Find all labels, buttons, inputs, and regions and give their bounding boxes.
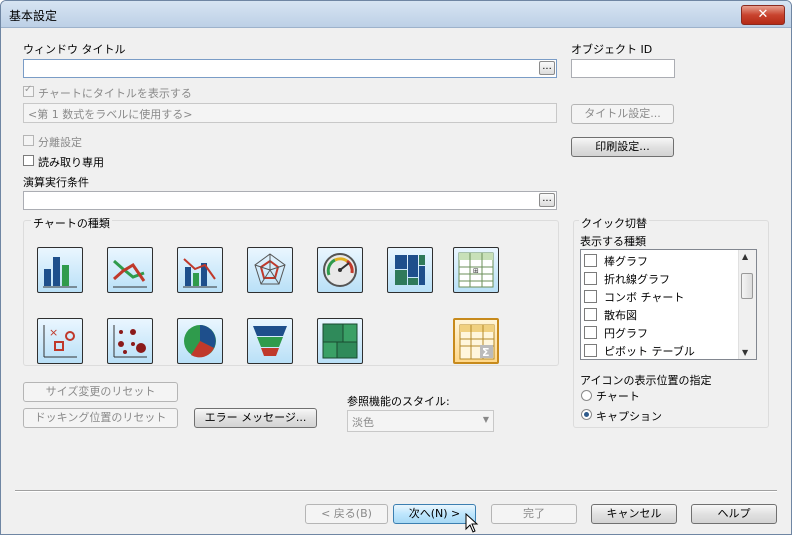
read-only-label: 読み取り専用: [38, 156, 104, 169]
help-button[interactable]: ヘルプ: [691, 504, 777, 524]
reference-style-label: 参照機能のスタイル:: [347, 395, 450, 408]
combo-type-checkbox[interactable]: [584, 290, 597, 303]
window-title-expression-button[interactable]: ...: [539, 61, 555, 75]
next-button[interactable]: 次へ(N) >: [393, 504, 476, 524]
object-id-label: オブジェクト ID: [571, 43, 653, 56]
mekko-chart-icon[interactable]: [387, 247, 433, 293]
position-caption-label: キャプション: [596, 410, 662, 423]
reset-docking-button[interactable]: ドッキング位置のリセット: [23, 408, 178, 428]
dialog-title: 基本設定: [9, 9, 58, 23]
radio-selected-dot: [584, 412, 589, 417]
window-title-input[interactable]: [23, 59, 557, 78]
scroll-thumb[interactable]: [741, 273, 753, 299]
window-title-label: ウィンドウ タイトル: [23, 43, 126, 56]
scatter-type-checkbox[interactable]: [584, 308, 597, 321]
scatter-chart-icon[interactable]: ×: [37, 318, 83, 364]
bar-chart-icon[interactable]: [37, 247, 83, 293]
title-expression-input[interactable]: <第 1 数式をラベルに使用する>: [23, 103, 557, 123]
straight-table-icon[interactable]: Σ: [453, 318, 499, 364]
combo-chart-icon[interactable]: [177, 247, 223, 293]
calc-condition-expression-button[interactable]: ...: [539, 193, 555, 207]
object-id-input[interactable]: [571, 59, 675, 78]
position-caption-radio[interactable]: [581, 409, 592, 420]
reset-size-button[interactable]: サイズ変更のリセット: [23, 382, 178, 402]
chevron-down-icon: ▼: [482, 415, 489, 424]
title-bar[interactable]: 基本設定 ✕: [1, 1, 791, 28]
types-to-show-list[interactable]: 棒グラフ 折れ線グラフ コンボ チャート 散布図 円グラフ ピボット テーブル …: [580, 249, 757, 360]
detached-checkbox[interactable]: [23, 135, 34, 146]
list-scrollbar[interactable]: ▲ ▼: [738, 250, 756, 359]
read-only-checkbox[interactable]: [23, 155, 34, 166]
bar-type-checkbox[interactable]: [584, 254, 597, 267]
position-chart-radio[interactable]: [581, 390, 592, 401]
print-settings-button[interactable]: 印刷設定...: [571, 137, 674, 157]
close-button[interactable]: ✕: [741, 5, 785, 25]
block-chart-icon[interactable]: [317, 318, 363, 364]
svg-text:Σ: Σ: [482, 346, 490, 359]
grid-chart-icon[interactable]: [107, 318, 153, 364]
calc-condition-input[interactable]: [23, 191, 557, 210]
line-type-checkbox[interactable]: [584, 272, 597, 285]
chart-types-label: チャートの種類: [31, 215, 112, 231]
show-title-checkbox[interactable]: ✓: [23, 84, 34, 97]
finish-button[interactable]: 完了: [491, 504, 577, 524]
show-title-label: チャートにタイトルを表示する: [38, 87, 192, 100]
funnel-chart-icon[interactable]: [247, 318, 293, 364]
svg-text:⊞: ⊞: [473, 267, 479, 275]
footer-separator: [15, 490, 777, 492]
detached-label: 分離設定: [38, 136, 82, 149]
pie-chart-icon[interactable]: [177, 318, 223, 364]
checkmark-icon: ✓: [24, 84, 33, 95]
title-settings-button[interactable]: タイトル設定...: [571, 104, 674, 124]
mouse-cursor-icon: [465, 513, 479, 533]
gauge-chart-icon[interactable]: [317, 247, 363, 293]
cancel-button[interactable]: キャンセル: [591, 504, 677, 524]
icon-position-label: アイコンの表示位置の指定: [580, 374, 712, 387]
dialog-window: 基本設定 ✕ ウィンドウ タイトル ... オブジェクト ID ✓ チャートにタ…: [0, 0, 792, 535]
error-messages-button[interactable]: エラー メッセージ...: [194, 408, 317, 428]
line-chart-icon[interactable]: [107, 247, 153, 293]
types-to-show-label: 表示する種類: [580, 235, 646, 248]
pie-type-checkbox[interactable]: [584, 326, 597, 339]
dialog-content: ウィンドウ タイトル ... オブジェクト ID ✓ チャートにタイトルを表示す…: [1, 28, 791, 534]
svg-text:×: ×: [49, 326, 58, 339]
radar-chart-icon[interactable]: [247, 247, 293, 293]
scroll-down-icon[interactable]: ▼: [742, 348, 748, 357]
reference-style-value: 淡色: [352, 416, 374, 429]
position-chart-label: チャート: [596, 390, 640, 403]
pivot-type-checkbox[interactable]: [584, 344, 597, 357]
reference-style-select[interactable]: 淡色 ▼: [347, 410, 494, 432]
scroll-up-icon[interactable]: ▲: [742, 252, 748, 261]
close-icon: ✕: [757, 7, 769, 22]
calc-condition-label: 演算実行条件: [23, 176, 89, 189]
pivot-table-icon[interactable]: ⊞: [453, 247, 499, 293]
back-button[interactable]: < 戻る(B): [305, 504, 388, 524]
quick-change-label: クイック切替: [579, 215, 649, 231]
